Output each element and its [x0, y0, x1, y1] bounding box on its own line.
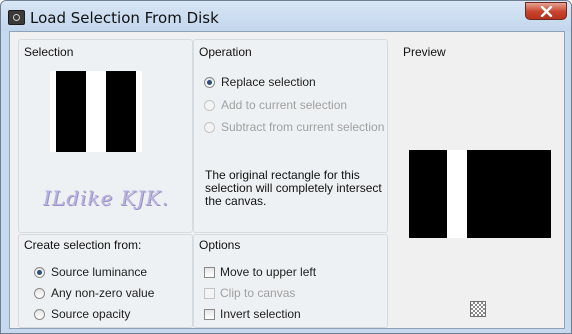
checkbox-label: Invert selection — [220, 307, 301, 321]
radio-label: Any non-zero value — [51, 286, 155, 300]
dialog-window: Load Selection From Disk Selection ILdik… — [0, 0, 572, 334]
create-from-group-title: Create selection from: — [24, 238, 142, 252]
checkbox-clip-to-canvas[interactable]: Clip to canvas — [204, 286, 295, 300]
radio-label: Source opacity — [51, 307, 131, 321]
checkbox-label: Clip to canvas — [220, 286, 296, 300]
radio-label: Subtract from current selection — [221, 120, 385, 134]
radio-source-luminance[interactable]: Source luminance — [34, 265, 147, 279]
app-icon — [8, 10, 25, 25]
radio-label: Source luminance — [51, 265, 148, 279]
radio-any-non-zero[interactable]: Any non-zero value — [34, 286, 154, 300]
watermark-signature: ILdike KJK. — [43, 186, 169, 210]
radio-button[interactable] — [34, 266, 45, 278]
checkbox-invert-selection[interactable]: Invert selection — [204, 307, 301, 321]
window-title: Load Selection From Disk — [30, 9, 219, 27]
preview-image — [409, 150, 551, 238]
radio-replace-selection[interactable]: Replace selection — [204, 75, 316, 89]
checkbox[interactable] — [204, 266, 215, 278]
selection-thumbnail — [50, 71, 142, 152]
radio-subtract-from-selection[interactable]: Subtract from current selection — [204, 120, 384, 134]
preview-title: Preview — [403, 45, 446, 59]
radio-source-opacity[interactable]: Source opacity — [34, 307, 130, 321]
operation-description: The original rectangle for this selectio… — [205, 168, 382, 208]
title-bar[interactable]: Load Selection From Disk — [1, 1, 571, 31]
radio-button[interactable] — [204, 76, 215, 88]
radio-label: Add to current selection — [221, 98, 348, 112]
checkbox-move-upper-left[interactable]: Move to upper left — [204, 265, 316, 279]
dialog-content: Selection ILdike KJK. Operation Replace … — [9, 31, 565, 329]
selection-group-title: Selection — [24, 45, 74, 59]
checkbox[interactable] — [204, 308, 215, 320]
close-button[interactable] — [525, 2, 567, 20]
radio-label: Replace selection — [221, 75, 316, 89]
radio-button[interactable] — [34, 287, 45, 299]
radio-add-to-selection[interactable]: Add to current selection — [204, 98, 347, 112]
preview-white-band — [447, 150, 467, 238]
checkerboard-icon[interactable] — [470, 301, 486, 317]
checkbox[interactable] — [204, 287, 215, 299]
checkbox-label: Move to upper left — [220, 265, 317, 279]
options-group-title: Options — [199, 238, 241, 252]
radio-button[interactable] — [34, 308, 45, 320]
operation-group-title: Operation — [199, 45, 252, 59]
radio-button[interactable] — [204, 121, 215, 133]
radio-button[interactable] — [204, 99, 215, 111]
close-icon — [540, 6, 553, 17]
